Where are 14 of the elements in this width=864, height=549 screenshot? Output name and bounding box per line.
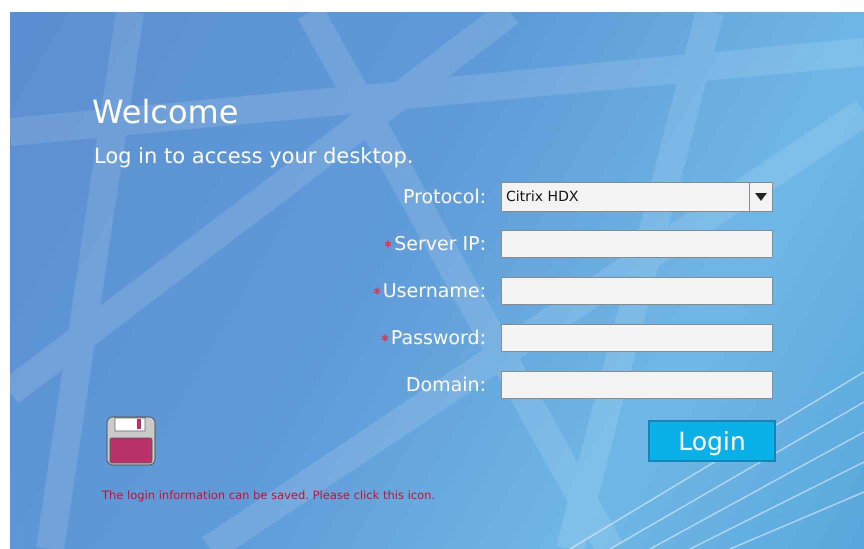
input-field[interactable] — [501, 230, 773, 258]
field-label: Protocol: — [403, 186, 486, 208]
field-label: Domain: — [406, 374, 486, 396]
field-label: Password: — [390, 327, 486, 349]
caret-icon — [755, 193, 767, 201]
input-field[interactable] — [501, 277, 773, 305]
save-hint: The login information can be saved. Please click this icon. — [102, 488, 436, 502]
input-field[interactable] — [501, 324, 773, 352]
welcome-title: Welcome — [92, 92, 240, 132]
field-label: Server IP: — [394, 233, 486, 255]
protocol-dropdown[interactable]: Citrix HDX — [501, 182, 773, 212]
subtitle: Log in to access your desktop. — [94, 143, 415, 170]
field-label: Username: — [382, 280, 486, 302]
input-field[interactable] — [501, 371, 773, 399]
